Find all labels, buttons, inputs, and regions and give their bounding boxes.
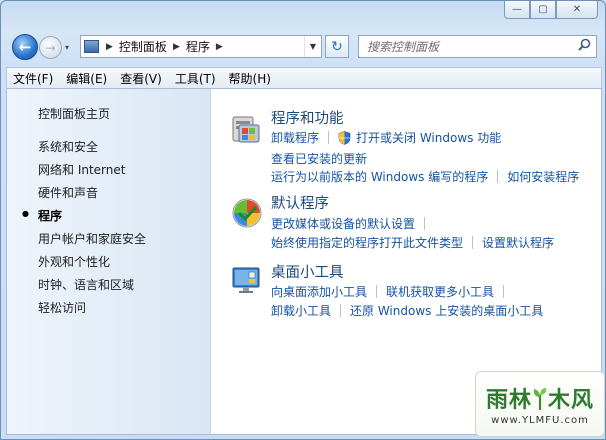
background-glimpse <box>381 1 481 29</box>
caption-buttons: — ▢ ✕ <box>504 1 598 19</box>
address-dropdown-button[interactable]: ▼ <box>304 36 321 57</box>
search-icon[interactable] <box>578 38 591 55</box>
sidebar-item-ease-of-access[interactable]: 轻松访问 <box>38 299 86 316</box>
uac-shield-icon <box>338 130 351 145</box>
link-divider <box>328 131 330 144</box>
menu-file[interactable]: 文件(F) <box>13 70 53 87</box>
menu-edit[interactable]: 编辑(E) <box>66 70 107 87</box>
link-add-gadgets[interactable]: 向桌面添加小工具 <box>271 283 367 300</box>
watermark-url: www.YLMFU.com <box>491 415 589 426</box>
sidebar: 控制面板主页 系统和安全 网络和 Internet 硬件和声音 ● 程序 用户帐… <box>7 89 211 434</box>
link-divider <box>472 236 474 249</box>
link-run-older-programs[interactable]: 运行为以前版本的 Windows 编写的程序 <box>271 168 488 185</box>
programs-features-icon[interactable] <box>231 113 263 145</box>
task-line: 卸载小工具 还原 Windows 上安装的桌面小工具 <box>271 302 543 319</box>
menu-tools[interactable]: 工具(T) <box>175 70 216 87</box>
minimize-icon: — <box>512 4 522 15</box>
category-title-desktop-gadgets[interactable]: 桌面小工具 <box>271 261 344 282</box>
link-divider <box>503 285 505 298</box>
refresh-icon: ↻ <box>331 38 343 55</box>
sidebar-item-control-panel-home[interactable]: 控制面板主页 <box>38 105 110 122</box>
search-box[interactable] <box>358 35 597 58</box>
refresh-button[interactable]: ↻ <box>325 35 349 58</box>
task-line: 始终使用指定的程序打开此文件类型 设置默认程序 <box>271 234 554 251</box>
category-title-programs-features[interactable]: 程序和功能 <box>271 107 344 128</box>
task-line: 向桌面添加小工具 联机获取更多小工具 <box>271 283 513 300</box>
watermark-title-right: 木风 <box>548 388 595 413</box>
breadcrumb-arrow-icon[interactable]: ▶ <box>173 42 180 52</box>
default-programs-icon[interactable] <box>231 197 263 229</box>
search-input[interactable] <box>367 39 572 54</box>
link-divider <box>424 217 426 230</box>
link-divider <box>497 170 499 183</box>
category-title-default-programs[interactable]: 默认程序 <box>271 192 329 213</box>
minimize-button[interactable]: — <box>504 1 530 19</box>
back-button[interactable]: ← <box>12 34 38 60</box>
address-bar[interactable]: ▶ 控制面板 ▶ 程序 ▶ ▼ <box>80 35 322 58</box>
control-panel-window: — ▢ ✕ ← → ▾ ▶ 控制面板 ▶ 程序 ▶ ▼ ↻ 文件(F) 编辑(E… <box>0 0 606 440</box>
close-button[interactable]: ✕ <box>556 1 598 19</box>
close-icon: ✕ <box>572 4 582 15</box>
task-line: 运行为以前版本的 Windows 编写的程序 如何安装程序 <box>271 168 579 185</box>
menu-help[interactable]: 帮助(H) <box>229 70 271 87</box>
menu-view[interactable]: 查看(V) <box>120 70 162 87</box>
breadcrumb-control-panel[interactable]: 控制面板 <box>119 38 167 55</box>
navigation-bar: ← → ▾ ▶ 控制面板 ▶ 程序 ▶ ▼ ↻ <box>1 31 605 65</box>
breadcrumb-arrow-icon[interactable]: ▶ <box>106 42 113 52</box>
link-change-media-defaults[interactable]: 更改媒体或设备的默认设置 <box>271 215 415 232</box>
sidebar-item-programs[interactable]: 程序 <box>38 207 62 224</box>
maximize-icon: ▢ <box>538 4 548 15</box>
link-file-type-association[interactable]: 始终使用指定的程序打开此文件类型 <box>271 234 463 251</box>
forward-arrow-icon: → <box>45 40 56 55</box>
watermark-logo: 雨林 木风 www.YLMFU.com <box>475 371 605 437</box>
link-uninstall-gadget[interactable]: 卸载小工具 <box>271 302 331 319</box>
link-get-more-gadgets[interactable]: 联机获取更多小工具 <box>386 283 494 300</box>
control-panel-icon <box>84 40 99 53</box>
watermark-title-left: 雨林 <box>485 388 532 413</box>
link-how-to-install[interactable]: 如何安装程序 <box>507 168 579 185</box>
maximize-button[interactable]: ▢ <box>530 1 556 19</box>
link-uninstall-program[interactable]: 卸载程序 <box>271 129 319 146</box>
task-line: 更改媒体或设备的默认设置 <box>271 215 434 232</box>
breadcrumb-arrow-icon[interactable]: ▶ <box>216 42 223 52</box>
sidebar-item-appearance[interactable]: 外观和个性化 <box>38 253 110 270</box>
link-view-installed-updates[interactable]: 查看已安装的更新 <box>271 150 367 167</box>
current-item-bullet-icon: ● <box>22 209 29 218</box>
link-restore-gadgets[interactable]: 还原 Windows 上安装的桌面小工具 <box>350 302 543 319</box>
sprout-icon <box>533 388 547 410</box>
link-divider <box>340 304 342 317</box>
sidebar-item-network-internet[interactable]: 网络和 Internet <box>38 161 125 178</box>
sidebar-item-clock-language[interactable]: 时钟、语言和区域 <box>38 276 134 293</box>
desktop-gadgets-icon[interactable] <box>231 264 263 296</box>
task-line: 卸载程序 打开或关闭 Windows 功能 <box>271 129 501 146</box>
sidebar-item-hardware-sound[interactable]: 硬件和声音 <box>38 184 98 201</box>
link-turn-windows-features[interactable]: 打开或关闭 Windows 功能 <box>356 129 501 146</box>
link-divider <box>376 285 378 298</box>
breadcrumb-programs[interactable]: 程序 <box>186 38 210 55</box>
menu-bar: 文件(F) 编辑(E) 查看(V) 工具(T) 帮助(H) <box>6 67 602 89</box>
sidebar-item-user-accounts[interactable]: 用户帐户和家庭安全 <box>38 230 146 247</box>
recent-pages-button[interactable]: ▾ <box>65 43 69 52</box>
watermark-title: 雨林 木风 <box>486 382 594 414</box>
task-line: 查看已安装的更新 <box>271 150 367 167</box>
sidebar-item-system-security[interactable]: 系统和安全 <box>38 138 98 155</box>
link-set-default-programs[interactable]: 设置默认程序 <box>482 234 554 251</box>
back-arrow-icon: ← <box>18 38 32 56</box>
chevron-down-icon: ▾ <box>65 43 70 52</box>
forward-button[interactable]: → <box>39 36 62 59</box>
